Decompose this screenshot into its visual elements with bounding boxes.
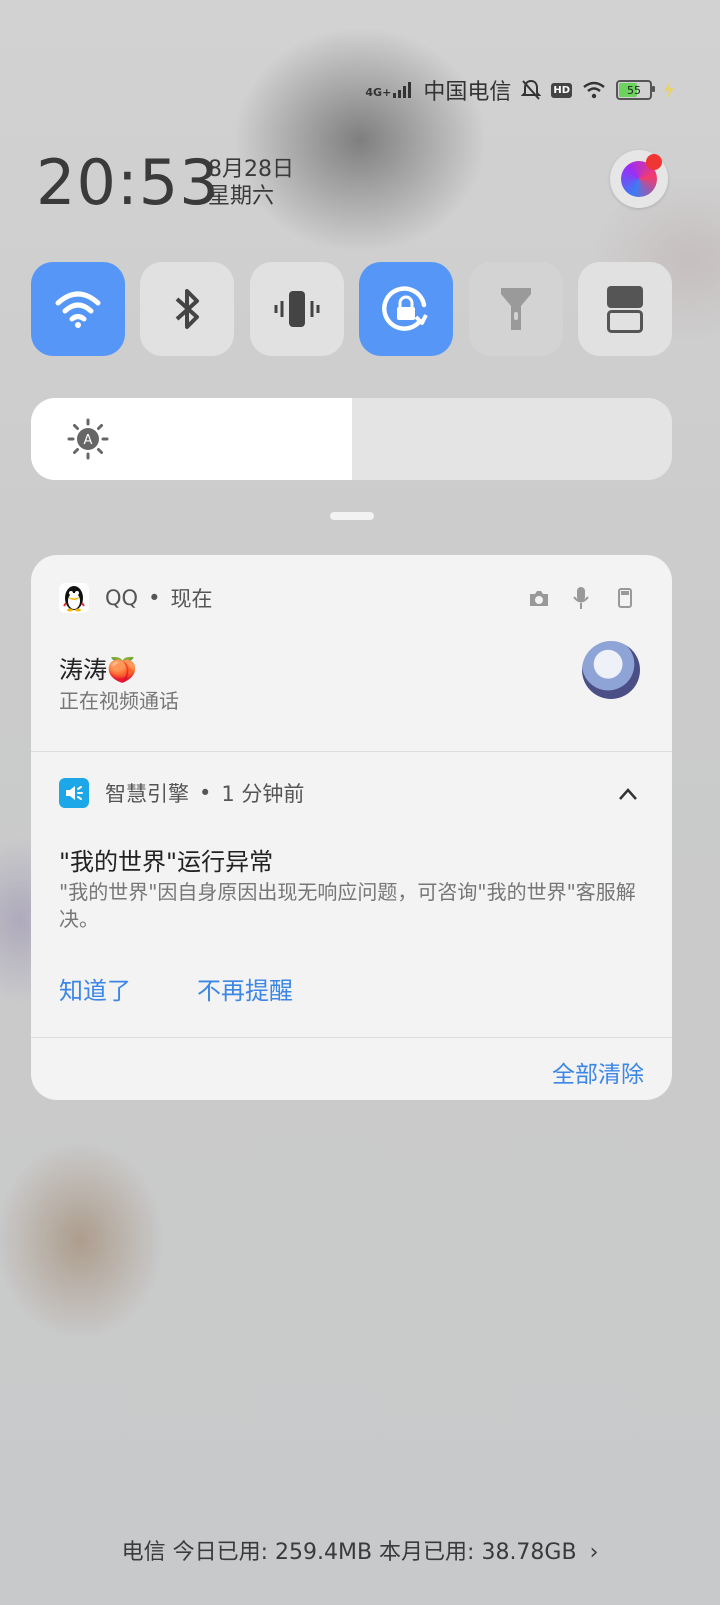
vibrate-icon [274, 291, 320, 327]
svg-text:A: A [84, 433, 93, 448]
notification-panel: QQ • 现在 涛涛🍑 正在视频通话 智慧引擎 • 1 分钟前 "我的世界"运行… [31, 555, 672, 1100]
carrier-name: 中国电信 [423, 80, 512, 105]
assistant-button[interactable] [610, 150, 668, 208]
chevron-right-icon: › [589, 1540, 599, 1565]
microphone-icon[interactable] [573, 586, 589, 610]
date-text: 8月28日 [208, 157, 294, 182]
status-bar: 4G+ 中国电信 HD 55 [365, 72, 676, 108]
qq-notification[interactable]: QQ • 现在 涛涛🍑 正在视频通话 [31, 555, 672, 751]
engine-header: 智慧引擎 • 1 分钟前 [59, 778, 304, 808]
toggle-flashlight[interactable] [469, 262, 563, 356]
dont-remind-button[interactable]: 不再提醒 [197, 971, 293, 1006]
wifi-icon [583, 81, 605, 99]
acknowledge-button[interactable]: 知道了 [59, 971, 131, 1006]
hd-icon: HD [551, 82, 572, 98]
divider [31, 1037, 672, 1038]
network-type: 4G+ [365, 86, 392, 99]
flashlight-icon [501, 288, 531, 330]
charging-icon [664, 81, 674, 99]
split-screen-icon [607, 286, 643, 333]
chevron-up-icon[interactable] [618, 787, 638, 801]
toggle-wifi[interactable] [31, 262, 125, 356]
engine-title: "我的世界"运行异常 [59, 848, 274, 876]
wifi-icon [55, 291, 101, 328]
engine-timestamp: 1 分钟前 [221, 782, 305, 806]
toggle-vibrate[interactable] [250, 262, 344, 356]
qq-penguin-icon [59, 583, 89, 613]
signal-icon: 4G+ [365, 82, 413, 98]
engine-app-name: 智慧引擎 [105, 782, 189, 806]
clear-all-button[interactable]: 全部清除 [552, 1055, 644, 1089]
toggle-split-screen[interactable] [578, 262, 672, 356]
battery-icon: 55 [616, 80, 655, 100]
clock-time[interactable]: 20:53 [36, 146, 220, 219]
mute-bell-icon [521, 79, 542, 100]
weekday-text: 星期六 [208, 184, 275, 209]
drag-handle[interactable] [330, 512, 374, 520]
qq-message: 正在视频通话 [59, 689, 179, 713]
auto-brightness-icon[interactable]: A [67, 418, 109, 460]
data-usage-text: 电信 今日已用: 259.4MB 本月已用: 38.78GB [121, 1540, 577, 1565]
contact-avatar [582, 641, 640, 699]
engine-notification[interactable]: 智慧引擎 • 1 分钟前 "我的世界"运行异常 "我的世界"因自身原因出现无响应… [31, 752, 672, 1036]
brightness-slider[interactable]: A [31, 398, 672, 480]
engine-speaker-icon [59, 778, 89, 808]
camera-icon[interactable] [528, 588, 550, 608]
assistant-badge [646, 154, 662, 170]
rotation-lock-icon [382, 286, 428, 331]
clock-date[interactable]: 8月28日 星期六 [208, 156, 294, 210]
qq-app-name: QQ [105, 586, 139, 610]
data-usage-info[interactable]: 电信 今日已用: 259.4MB 本月已用: 38.78GB › [0, 1534, 720, 1566]
engine-body: "我的世界"因自身原因出现无响应问题，可咨询"我的世界"客服解决。 [59, 880, 636, 931]
toggle-bluetooth[interactable] [140, 262, 234, 356]
separator-dot: • [199, 781, 212, 805]
toggle-rotation-lock[interactable] [359, 262, 453, 356]
separator-dot: • [148, 586, 161, 610]
qq-header: QQ • 现在 [59, 583, 212, 613]
qq-timestamp: 现在 [170, 587, 213, 611]
phone-icon[interactable] [618, 588, 632, 608]
bluetooth-icon [175, 289, 199, 329]
qq-sender: 涛涛🍑 [59, 656, 137, 684]
